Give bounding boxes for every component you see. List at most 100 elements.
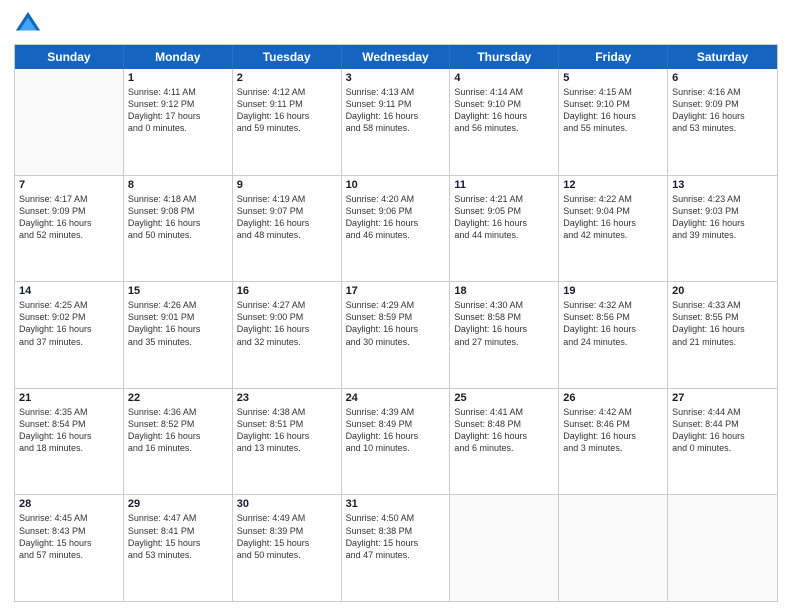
cell-info: Sunrise: 4:20 AM Sunset: 9:06 PM Dayligh… — [346, 193, 446, 242]
day-number: 9 — [237, 179, 337, 191]
cell-info: Sunrise: 4:18 AM Sunset: 9:08 PM Dayligh… — [128, 193, 228, 242]
day-number: 29 — [128, 498, 228, 510]
calendar-cell-30: 30Sunrise: 4:49 AM Sunset: 8:39 PM Dayli… — [233, 495, 342, 601]
cell-info: Sunrise: 4:44 AM Sunset: 8:44 PM Dayligh… — [672, 406, 773, 455]
calendar-cell-27: 27 Sunrise: 4:44 AM Sunset: 8:44 PM Dayli… — [668, 389, 777, 495]
cell-info: Sunrise: 4:32 AM Sunset: 8:56 PM Dayligh… — [563, 299, 663, 348]
cell-info: Sunrise: 4:42 AM Sunset: 8:46 PM Dayligh… — [563, 406, 663, 455]
cell-info: Sunrise: 4:19 AM Sunset: 9:07 PM Dayligh… — [237, 193, 337, 242]
cell-info: Sunrise: 4:35 AM Sunset: 8:54 PM Dayligh… — [19, 406, 119, 455]
cell-info: Sunrise: 4:12 AM Sunset: 9:11 PM Dayligh… — [237, 86, 337, 135]
day-header-thursday: Thursday — [450, 45, 559, 69]
cell-info: Sunrise: 4:38 AM Sunset: 8:51 PM Dayligh… — [237, 406, 337, 455]
calendar-cell-13: 13 Sunrise: 4:23 AM Sunset: 9:03 PM Dayli… — [668, 176, 777, 282]
day-header-tuesday: Tuesday — [233, 45, 342, 69]
cell-info: Sunrise: 4:39 AM Sunset: 8:49 PM Dayligh… — [346, 406, 446, 455]
calendar-cell-25: 25Sunrise: 4:41 AM Sunset: 8:48 PM Dayli… — [450, 389, 559, 495]
calendar-cell-24: 24 Sunrise: 4:39 AM Sunset: 8:49 PM Dayli… — [342, 389, 451, 495]
calendar-cell-15: 15 Sunrise: 4:26 AM Sunset: 9:01 PM Dayli… — [124, 282, 233, 388]
calendar-header: SundayMondayTuesdayWednesdayThursdayFrid… — [15, 45, 777, 69]
calendar-cell-3: 3Sunrise: 4:13 AM Sunset: 9:11 PM Daylig… — [342, 69, 451, 175]
calendar-cell-empty — [450, 495, 559, 601]
calendar-row-1: 1 Sunrise: 4:11 AM Sunset: 9:12 PM Daylig… — [15, 69, 777, 175]
calendar-cell-21: 21Sunrise: 4:35 AM Sunset: 8:54 PM Dayli… — [15, 389, 124, 495]
day-number: 15 — [128, 285, 228, 297]
day-number: 10 — [346, 179, 446, 191]
day-header-sunday: Sunday — [15, 45, 124, 69]
day-number: 8 — [128, 179, 228, 191]
day-number: 17 — [346, 285, 446, 297]
day-number: 13 — [672, 179, 773, 191]
calendar-cell-18: 18Sunrise: 4:30 AM Sunset: 8:58 PM Dayli… — [450, 282, 559, 388]
cell-info: Sunrise: 4:50 AM Sunset: 8:38 PM Dayligh… — [346, 512, 446, 561]
calendar-cell-14: 14 Sunrise: 4:25 AM Sunset: 9:02 PM Dayli… — [15, 282, 124, 388]
calendar-cell-4: 4 Sunrise: 4:14 AM Sunset: 9:10 PM Daylig… — [450, 69, 559, 175]
calendar-cell-28: 28 Sunrise: 4:45 AM Sunset: 8:43 PM Dayli… — [15, 495, 124, 601]
calendar-cell-7: 7 Sunrise: 4:17 AM Sunset: 9:09 PM Daylig… — [15, 176, 124, 282]
cell-info: Sunrise: 4:33 AM Sunset: 8:55 PM Dayligh… — [672, 299, 773, 348]
day-header-saturday: Saturday — [668, 45, 777, 69]
day-number: 1 — [128, 72, 228, 84]
day-number: 19 — [563, 285, 663, 297]
day-number: 16 — [237, 285, 337, 297]
day-number: 27 — [672, 392, 773, 404]
calendar-cell-19: 19 Sunrise: 4:32 AM Sunset: 8:56 PM Dayli… — [559, 282, 668, 388]
cell-info: Sunrise: 4:22 AM Sunset: 9:04 PM Dayligh… — [563, 193, 663, 242]
day-header-wednesday: Wednesday — [342, 45, 451, 69]
day-number: 6 — [672, 72, 773, 84]
cell-info: Sunrise: 4:25 AM Sunset: 9:02 PM Dayligh… — [19, 299, 119, 348]
cell-info: Sunrise: 4:45 AM Sunset: 8:43 PM Dayligh… — [19, 512, 119, 561]
logo-icon — [14, 10, 42, 38]
calendar-body: 1 Sunrise: 4:11 AM Sunset: 9:12 PM Daylig… — [15, 69, 777, 601]
cell-info: Sunrise: 4:13 AM Sunset: 9:11 PM Dayligh… — [346, 86, 446, 135]
calendar-cell-2: 2 Sunrise: 4:12 AM Sunset: 9:11 PM Daylig… — [233, 69, 342, 175]
calendar-cell-empty — [668, 495, 777, 601]
calendar-cell-9: 9 Sunrise: 4:19 AM Sunset: 9:07 PM Daylig… — [233, 176, 342, 282]
calendar-cell-22: 22 Sunrise: 4:36 AM Sunset: 8:52 PM Dayli… — [124, 389, 233, 495]
cell-info: Sunrise: 4:23 AM Sunset: 9:03 PM Dayligh… — [672, 193, 773, 242]
calendar-cell-20: 20 Sunrise: 4:33 AM Sunset: 8:55 PM Dayli… — [668, 282, 777, 388]
cell-info: Sunrise: 4:27 AM Sunset: 9:00 PM Dayligh… — [237, 299, 337, 348]
calendar-cell-16: 16 Sunrise: 4:27 AM Sunset: 9:00 PM Dayli… — [233, 282, 342, 388]
day-number: 28 — [19, 498, 119, 510]
day-number: 26 — [563, 392, 663, 404]
cell-info: Sunrise: 4:30 AM Sunset: 8:58 PM Dayligh… — [454, 299, 554, 348]
calendar-cell-11: 11Sunrise: 4:21 AM Sunset: 9:05 PM Dayli… — [450, 176, 559, 282]
calendar-cell-5: 5 Sunrise: 4:15 AM Sunset: 9:10 PM Daylig… — [559, 69, 668, 175]
calendar-cell-29: 29 Sunrise: 4:47 AM Sunset: 8:41 PM Dayli… — [124, 495, 233, 601]
calendar-cell-empty — [15, 69, 124, 175]
page-header — [14, 10, 778, 38]
calendar-cell-10: 10 Sunrise: 4:20 AM Sunset: 9:06 PM Dayli… — [342, 176, 451, 282]
day-number: 24 — [346, 392, 446, 404]
day-number: 5 — [563, 72, 663, 84]
cell-info: Sunrise: 4:47 AM Sunset: 8:41 PM Dayligh… — [128, 512, 228, 561]
calendar-cell-6: 6Sunrise: 4:16 AM Sunset: 9:09 PM Daylig… — [668, 69, 777, 175]
calendar-cell-26: 26 Sunrise: 4:42 AM Sunset: 8:46 PM Dayli… — [559, 389, 668, 495]
day-number: 2 — [237, 72, 337, 84]
calendar-row-3: 14 Sunrise: 4:25 AM Sunset: 9:02 PM Dayli… — [15, 281, 777, 388]
cell-info: Sunrise: 4:17 AM Sunset: 9:09 PM Dayligh… — [19, 193, 119, 242]
calendar-cell-8: 8 Sunrise: 4:18 AM Sunset: 9:08 PM Daylig… — [124, 176, 233, 282]
cell-info: Sunrise: 4:15 AM Sunset: 9:10 PM Dayligh… — [563, 86, 663, 135]
cell-info: Sunrise: 4:11 AM Sunset: 9:12 PM Dayligh… — [128, 86, 228, 135]
day-number: 31 — [346, 498, 446, 510]
day-number: 7 — [19, 179, 119, 191]
cell-info: Sunrise: 4:36 AM Sunset: 8:52 PM Dayligh… — [128, 406, 228, 455]
day-number: 23 — [237, 392, 337, 404]
cell-info: Sunrise: 4:26 AM Sunset: 9:01 PM Dayligh… — [128, 299, 228, 348]
day-number: 20 — [672, 285, 773, 297]
cell-info: Sunrise: 4:14 AM Sunset: 9:10 PM Dayligh… — [454, 86, 554, 135]
day-number: 22 — [128, 392, 228, 404]
day-number: 11 — [454, 179, 554, 191]
calendar-cell-17: 17 Sunrise: 4:29 AM Sunset: 8:59 PM Dayli… — [342, 282, 451, 388]
calendar: SundayMondayTuesdayWednesdayThursdayFrid… — [14, 44, 778, 602]
day-number: 25 — [454, 392, 554, 404]
calendar-row-5: 28 Sunrise: 4:45 AM Sunset: 8:43 PM Dayli… — [15, 494, 777, 601]
day-header-monday: Monday — [124, 45, 233, 69]
cell-info: Sunrise: 4:29 AM Sunset: 8:59 PM Dayligh… — [346, 299, 446, 348]
day-number: 14 — [19, 285, 119, 297]
day-number: 12 — [563, 179, 663, 191]
calendar-cell-1: 1 Sunrise: 4:11 AM Sunset: 9:12 PM Daylig… — [124, 69, 233, 175]
calendar-row-2: 7 Sunrise: 4:17 AM Sunset: 9:09 PM Daylig… — [15, 175, 777, 282]
day-number: 4 — [454, 72, 554, 84]
